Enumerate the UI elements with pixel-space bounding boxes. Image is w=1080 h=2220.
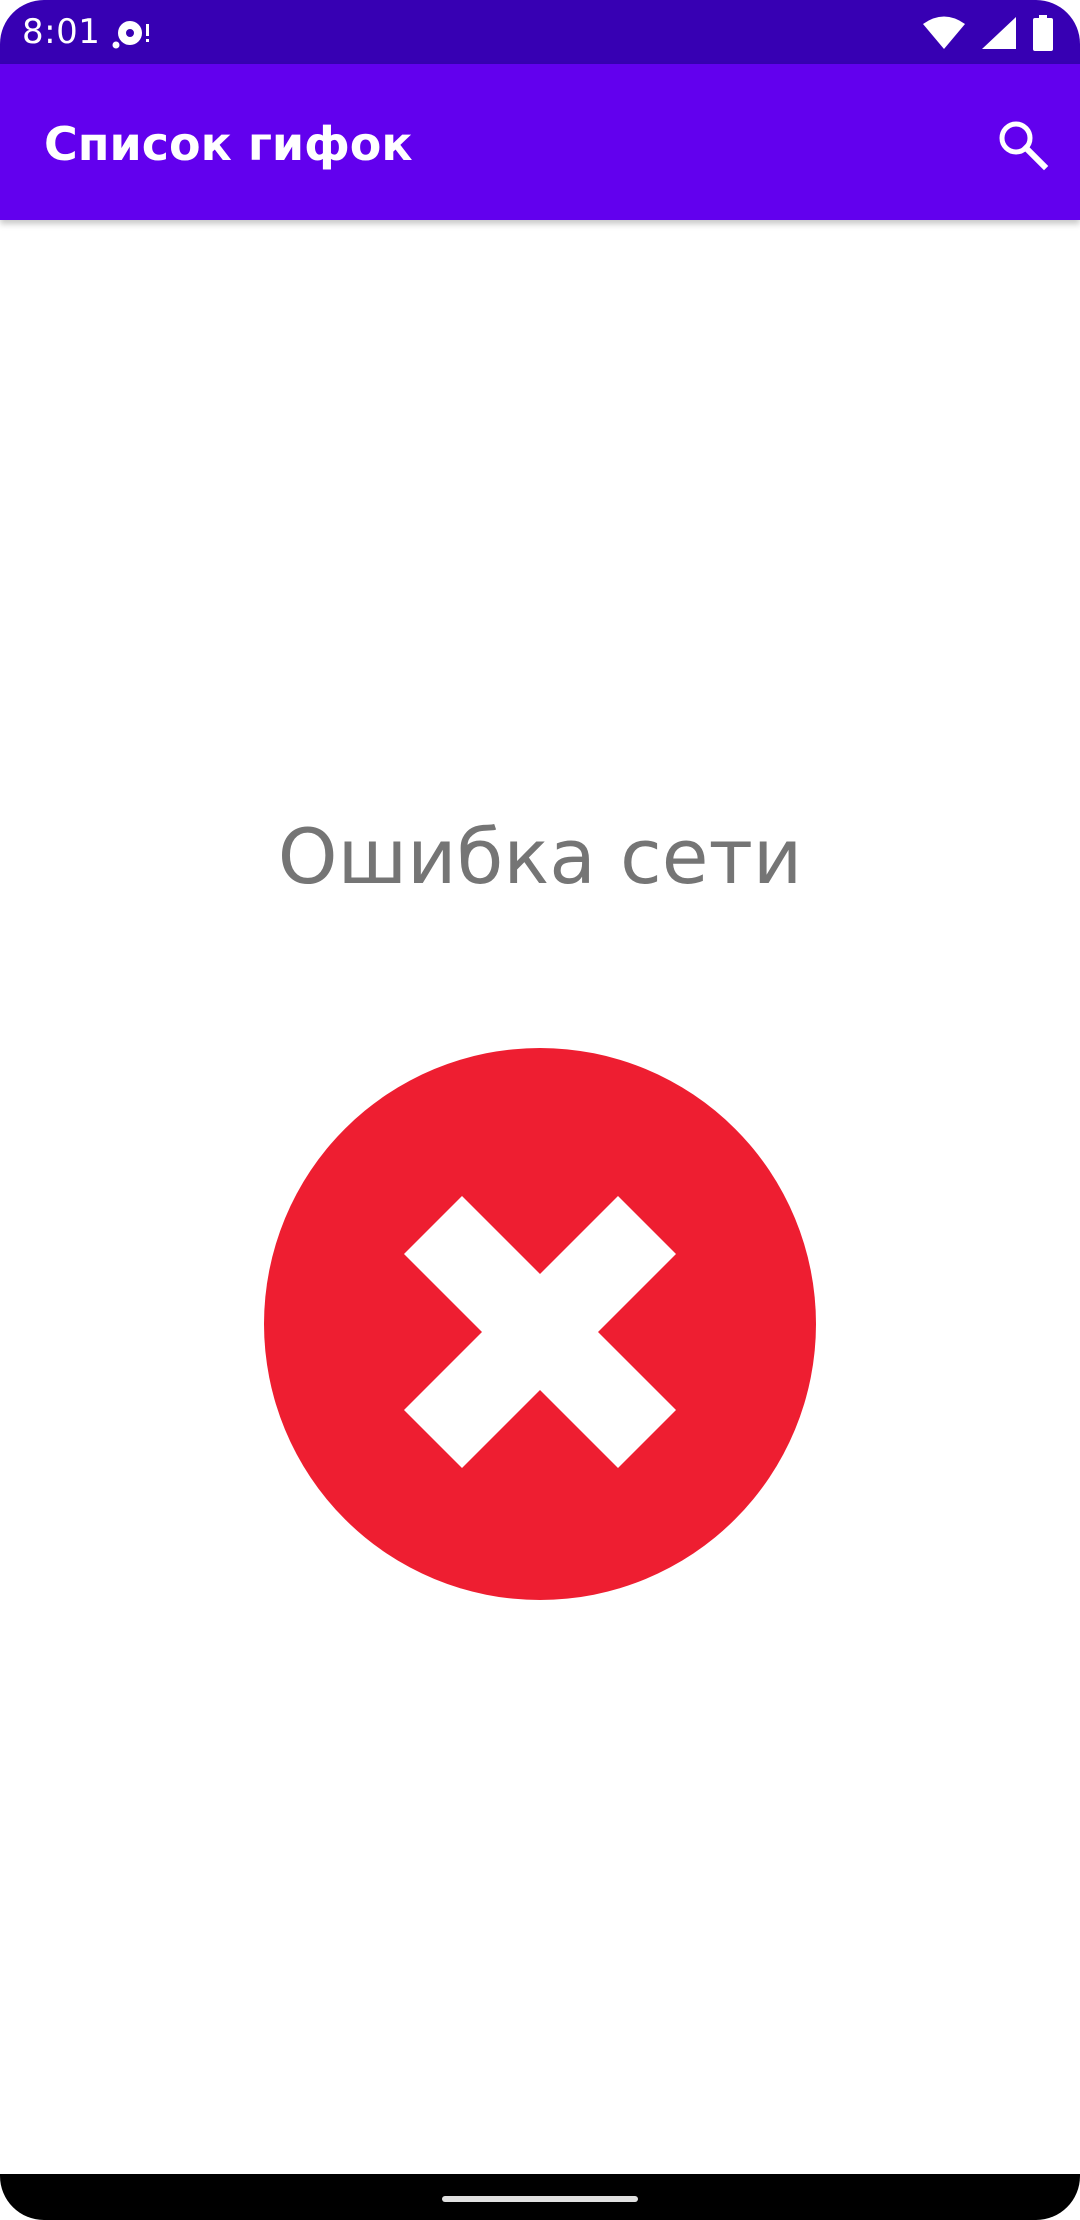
error-cross-icon [264,1048,816,1600]
app-screen: 8:01 Список гифок Ошибка сети [0,0,1080,2220]
app-bar: Список гифок [0,64,1080,220]
navigation-bar [0,2174,1080,2220]
error-message: Ошибка сети [277,812,803,901]
status-bar: 8:01 [0,0,1080,64]
battery-icon [1032,15,1054,51]
page-title: Список гифок [44,117,413,171]
status-icons [922,14,1054,52]
search-button[interactable] [986,108,1058,180]
status-time: 8:01 [22,12,101,52]
wifi-icon [922,15,966,51]
search-icon [999,121,1049,171]
media-cast-icon [112,16,152,50]
cell-signal-icon [980,15,1018,51]
home-gesture-handle[interactable] [442,2196,638,2202]
